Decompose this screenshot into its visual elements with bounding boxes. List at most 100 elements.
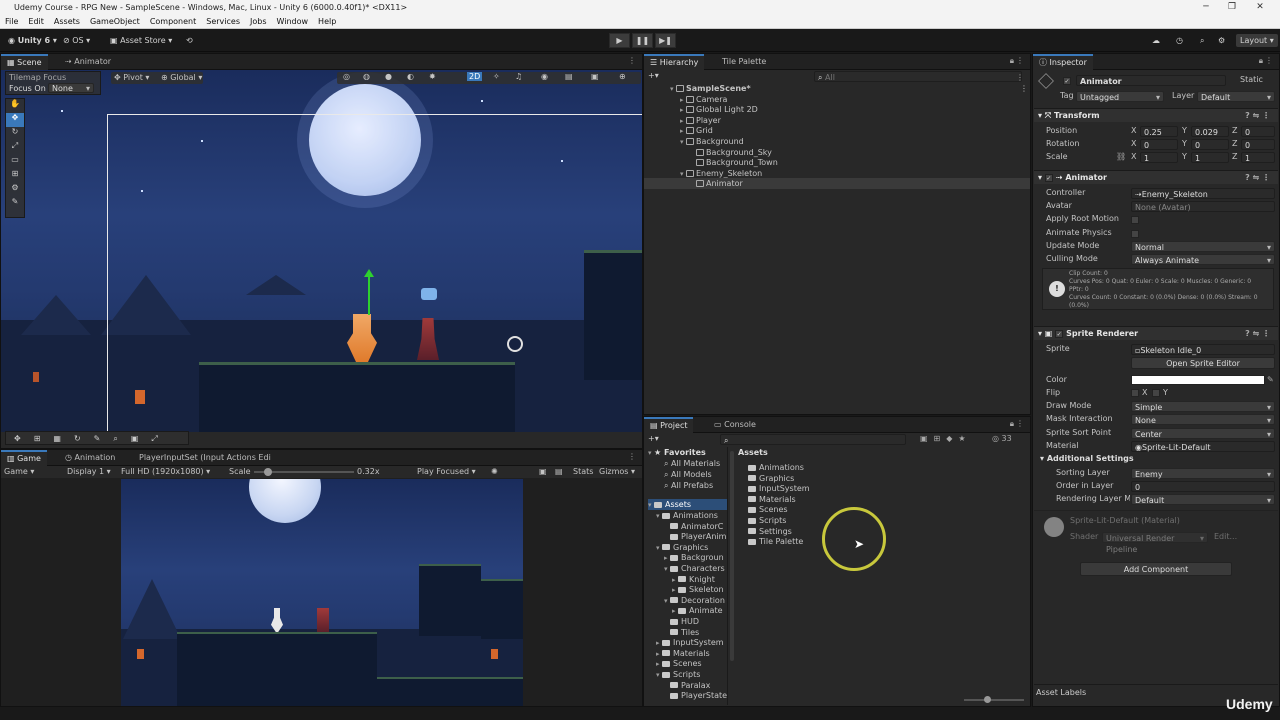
sort-point-dropdown[interactable]: Center [1131,428,1275,440]
menu-icon[interactable]: ⋮ [1016,73,1024,82]
project-tree-item[interactable]: ▾ Scripts [656,669,700,680]
hierarchy-item[interactable]: ▸ Player [680,115,1030,126]
rotation-z-field[interactable]: 0 [1241,139,1275,150]
audio-icon[interactable]: ♫ [515,72,522,81]
menu-window[interactable]: Window [272,15,314,28]
tab-project[interactable]: ▤ Project [644,417,694,433]
menu-file[interactable]: File [0,15,23,28]
project-tree-item[interactable]: PlayerAnim [664,531,726,542]
tree-scrollbar[interactable] [730,451,734,661]
more-icon[interactable]: ⋮ [1265,56,1273,65]
shading-icon[interactable]: ◎ [343,72,350,81]
culling-mode-dropdown[interactable]: Always Animate [1131,254,1275,266]
controller-field[interactable]: ⇢Enemy_Skeleton [1131,188,1275,199]
rotate-tool-icon[interactable]: ↻ [6,127,24,141]
aspect-icon[interactable]: ▣ [539,466,547,477]
scene-menu-icon[interactable]: ⋮ [1020,83,1028,94]
scale-y-field[interactable]: 1 [1191,152,1229,163]
project-tree-item[interactable]: ▾ Characters [664,563,725,574]
pause-button[interactable]: ❚❚ [632,33,653,48]
project-tree-item[interactable]: ▾ Decoration [664,595,725,606]
maximize-icon[interactable]: ❐ [1222,0,1242,15]
lighting-icon[interactable]: ✸ [429,72,436,81]
global-dropdown[interactable]: ⊕ Global ▾ [161,72,202,83]
shaded-icon[interactable]: ● [385,72,392,81]
scale-x-field[interactable]: 1 [1140,152,1178,163]
tab-animator[interactable]: ⇢ Animator [59,54,117,70]
gizmos-dropdown[interactable]: Gizmos ▾ [599,466,635,477]
shader-edit-button[interactable]: Edit... [1214,531,1237,543]
project-filter-icons[interactable]: ▣⊞◆★ [920,434,972,443]
additional-settings-header[interactable]: ▾ Additional Settings [1040,453,1134,465]
tab-animation[interactable]: ◷ Animation [59,450,121,466]
stats-button[interactable]: Stats [573,466,593,477]
project-folder[interactable]: Scripts [748,515,786,526]
camera-icon[interactable]: ▣ [591,72,599,81]
gizmos-icon[interactable]: ⊕ [619,72,626,81]
scale-z-field[interactable]: 1 [1241,152,1275,163]
hierarchy-item[interactable]: ▾ Background [680,136,1030,147]
favorite-all-prefabs[interactable]: ⌕ All Prefabs [664,480,713,491]
more-icon[interactable]: ⋮ [1016,56,1024,65]
flip-y-toggle[interactable]: Y [1152,387,1168,399]
hierarchy-item[interactable]: ▸ Grid [680,125,1030,136]
project-folder[interactable]: Tile Palette [748,536,803,547]
hierarchy-item[interactable]: Background_Sky [690,147,1030,158]
settings-icon[interactable]: ⚙ [1218,34,1225,47]
game-view-dropdown[interactable]: Game ▾ [4,466,34,477]
rotation-y-field[interactable]: 0 [1191,139,1229,150]
project-tree-item[interactable]: ▾ Graphics [656,542,708,553]
menu-services[interactable]: Services [201,15,245,28]
project-search[interactable]: ⌕ [720,434,906,445]
resolution-dropdown[interactable]: Full HD (1920x1080) ▾ [121,466,210,477]
material-field[interactable]: ◉Sprite-Lit-Default [1131,441,1275,452]
player-sprite[interactable] [317,608,329,632]
transform-tool-icon[interactable]: ⊞ [6,169,24,183]
project-tree-item[interactable]: AnimatorC [664,521,723,532]
add-object-icon[interactable]: +▾ [648,71,662,82]
more-icon[interactable]: ⋮ [628,56,636,65]
scale-slider[interactable] [254,468,354,476]
eyedropper-icon[interactable]: ✎ [1267,374,1274,386]
tree-root-assets[interactable]: ▾ Assets [648,499,727,510]
game-view[interactable] [121,479,523,706]
project-folder[interactable]: Scenes [748,504,788,515]
mask-interaction-dropdown[interactable]: None [1131,414,1275,426]
tab-hierarchy[interactable]: ☰ Hierarchy [644,54,705,70]
create-asset-icon[interactable]: +▾ [648,434,659,443]
menu-component[interactable]: Component [145,15,201,28]
view-tool-icon[interactable]: ✋ [6,99,24,113]
scene-view[interactable] [1,70,642,432]
menu-jobs[interactable]: Jobs [245,15,272,28]
flip-x-toggle[interactable]: X [1131,387,1147,399]
menu-help[interactable]: Help [313,15,341,28]
project-tree-item[interactable]: ▸ Animate [672,605,723,616]
mute-icon[interactable]: ✺ [491,466,498,477]
static-toggle[interactable]: Static [1240,74,1263,86]
sprite-renderer-header[interactable]: ▾ ▣ ✓ Sprite Renderer? ⇋ ⋮ [1034,326,1278,340]
focus-on-dropdown[interactable]: None [48,83,94,93]
step-button[interactable]: ▶❚ [655,33,676,48]
project-tree-item[interactable]: ▸ Backgroun [664,552,724,563]
favorite-all-models[interactable]: ⌕ All Models [664,469,712,480]
play-focused-dropdown[interactable]: Play Focused ▾ [417,466,476,477]
close-icon[interactable]: ✕ [1250,0,1270,15]
cloud-icon[interactable]: ☁ [1152,34,1160,47]
sprite-field[interactable]: ▫Skeleton Idle_0 [1131,344,1275,355]
os-dropdown[interactable]: ⊘ OS ▾ [63,34,90,47]
open-sprite-editor-button[interactable]: Open Sprite Editor [1131,357,1275,369]
favorites-header[interactable]: ▾ ★ Favorites [648,447,706,458]
project-tree-item[interactable]: Paralax [664,680,710,691]
scale-tool-icon[interactable]: ⤢ [6,141,24,155]
position-x-field[interactable]: 0.25 [1140,126,1178,137]
paint-tool-icon[interactable]: ✎ [6,197,24,211]
wireframe-icon[interactable]: ◍ [363,72,370,81]
rendering-layer-dropdown[interactable]: Default [1131,494,1275,506]
project-tree-item[interactable]: Tiles [664,627,699,638]
grid-icon[interactable]: ▤ [565,72,573,81]
transform-header[interactable]: ▾ ⤧ Transform? ⇋ ⋮ [1034,108,1278,122]
hierarchy-item[interactable]: Animator [644,178,1030,190]
shader-dropdown[interactable]: Universal Render Pipeline [1102,532,1208,554]
project-breadcrumb[interactable]: Assets [738,448,1028,460]
menu-edit[interactable]: Edit [23,15,49,28]
